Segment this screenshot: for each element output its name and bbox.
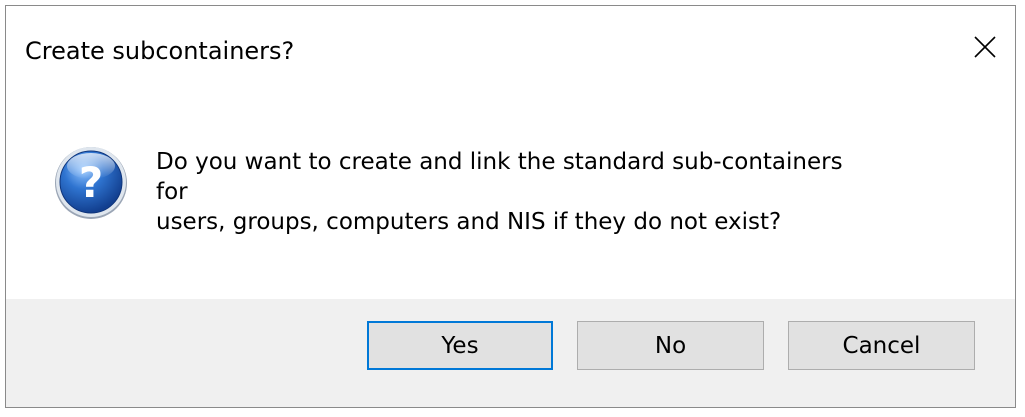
message-line: for: [156, 179, 188, 205]
message-line: users, groups, computers and NIS if they…: [156, 209, 782, 235]
close-button[interactable]: [955, 14, 1015, 80]
button-bar: Yes No Cancel: [6, 299, 1015, 407]
dialog-title: Create subcontainers?: [25, 37, 295, 65]
dialog-content: ? Do you want to create and link the sta…: [6, 90, 1015, 299]
question-icon: ?: [55, 147, 127, 219]
no-button[interactable]: No: [577, 321, 764, 370]
close-icon: [974, 36, 996, 58]
message-dialog: Create subcontainers? ? Do you want to c…: [5, 5, 1016, 408]
cancel-button[interactable]: Cancel: [788, 321, 975, 370]
title-bar: Create subcontainers?: [6, 6, 1015, 90]
message-line: Do you want to create and link the stand…: [156, 149, 843, 175]
svg-text:?: ?: [79, 158, 103, 207]
yes-button[interactable]: Yes: [367, 321, 553, 370]
dialog-message: Do you want to create and link the stand…: [156, 147, 956, 237]
